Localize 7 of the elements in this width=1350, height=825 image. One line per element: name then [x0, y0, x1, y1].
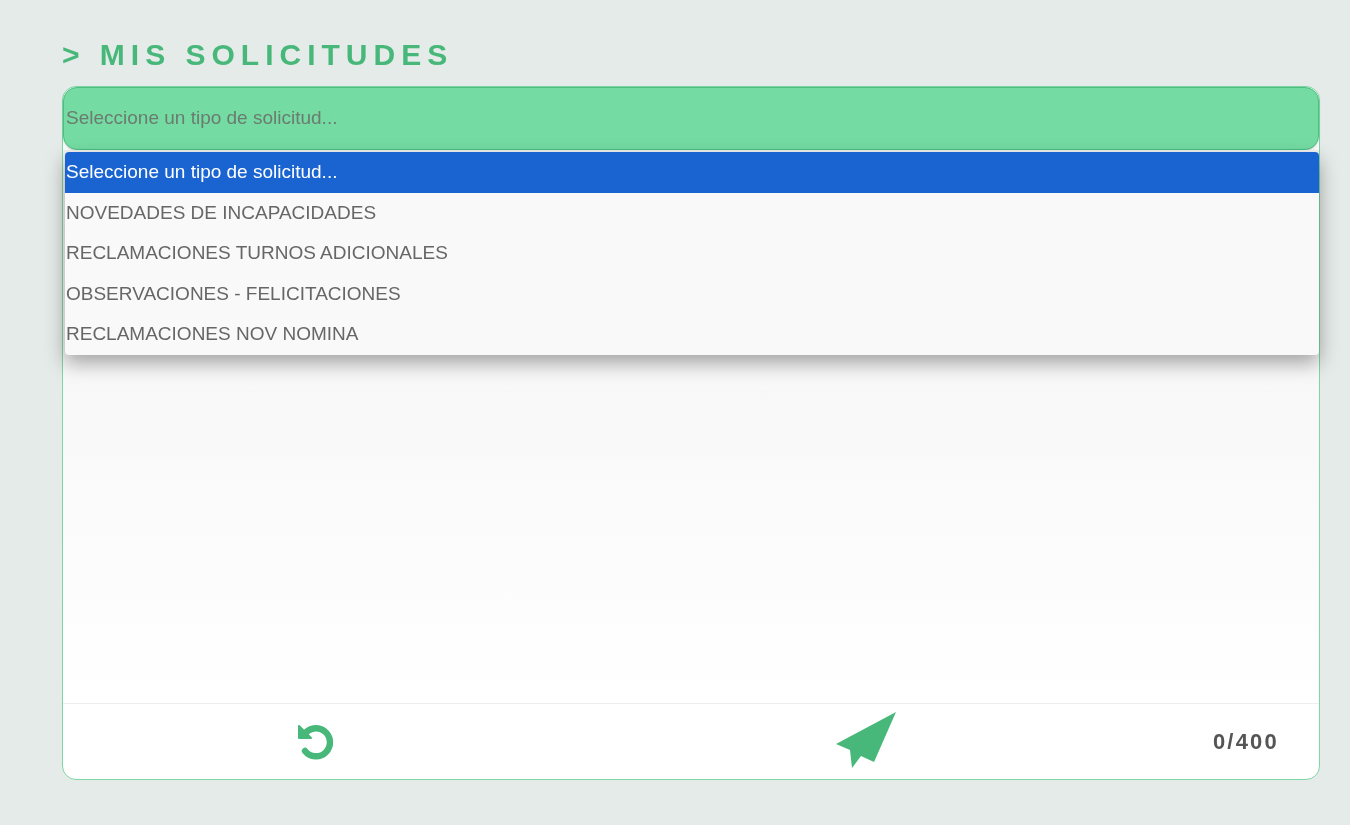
page-heading: > MIS SOLICITUDES [62, 40, 454, 70]
dropdown-option[interactable]: OBSERVACIONES - FELICITACIONES [65, 273, 1319, 314]
character-counter: 0/400 [1212, 728, 1279, 756]
dropdown-option[interactable]: Seleccione un tipo de solicitud... [65, 152, 1319, 193]
dropdown-option[interactable]: RECLAMACIONES NOV NOMINA [65, 314, 1319, 355]
dropdown-option[interactable]: NOVEDADES DE INCAPACIDADES [65, 192, 1319, 233]
dropdown-option[interactable]: RECLAMACIONES TURNOS ADICIONALES [65, 233, 1319, 274]
